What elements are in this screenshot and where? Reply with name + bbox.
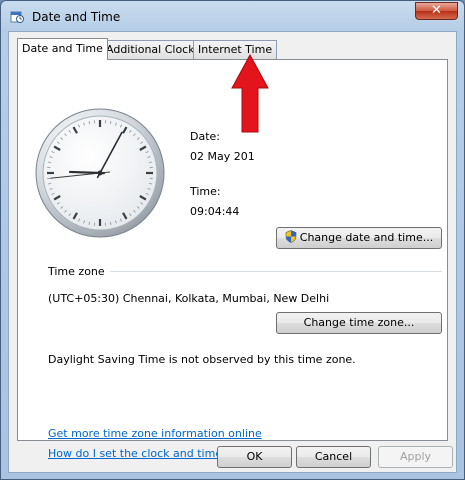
time-zone-value: (UTC+05:30) Chennai, Kolkata, Mumbai, Ne… [48,292,330,305]
apply-button[interactable]: Apply [378,446,453,468]
title-bar[interactable]: Date and Time ✕ [1,1,464,31]
change-date-time-button[interactable]: Change date and time... [276,227,442,249]
cancel-button[interactable]: Cancel [296,446,371,468]
red-arrow-annotation [231,54,269,133]
close-button[interactable]: ✕ [415,2,458,20]
tab-label: Additional Clocks [106,43,201,56]
time-value: 09:04:44 [190,205,240,218]
change-time-zone-button[interactable]: Change time zone... [276,312,442,334]
analog-clock [35,108,165,238]
button-label: Change date and time... [299,231,434,244]
ok-button[interactable]: OK [217,446,292,468]
time-label: Time: [190,185,221,198]
more-time-zone-info-link[interactable]: Get more time zone information online [48,427,262,440]
button-label: Cancel [314,450,353,463]
button-label: Change time zone... [303,316,415,329]
date-label: Date: [190,130,220,143]
date-time-dialog: Date and Time ✕ Date and Time Additional… [0,0,465,480]
time-zone-heading: Time zone [48,265,105,278]
tab-additional-clocks[interactable]: Additional Clocks [101,40,206,59]
clock-icon [10,11,24,23]
uac-shield-icon [285,230,297,243]
date-value: 02 May 201 [190,150,255,163]
tab-label: Date and Time [22,42,103,55]
button-label: OK [246,450,263,463]
window-title: Date and Time [32,10,121,24]
close-icon: ✕ [431,3,442,18]
time-zone-separator [110,271,442,272]
tab-date-and-time[interactable]: Date and Time [17,38,108,60]
dst-note: Daylight Saving Time is not observed by … [48,353,356,366]
button-label: Apply [399,450,432,463]
